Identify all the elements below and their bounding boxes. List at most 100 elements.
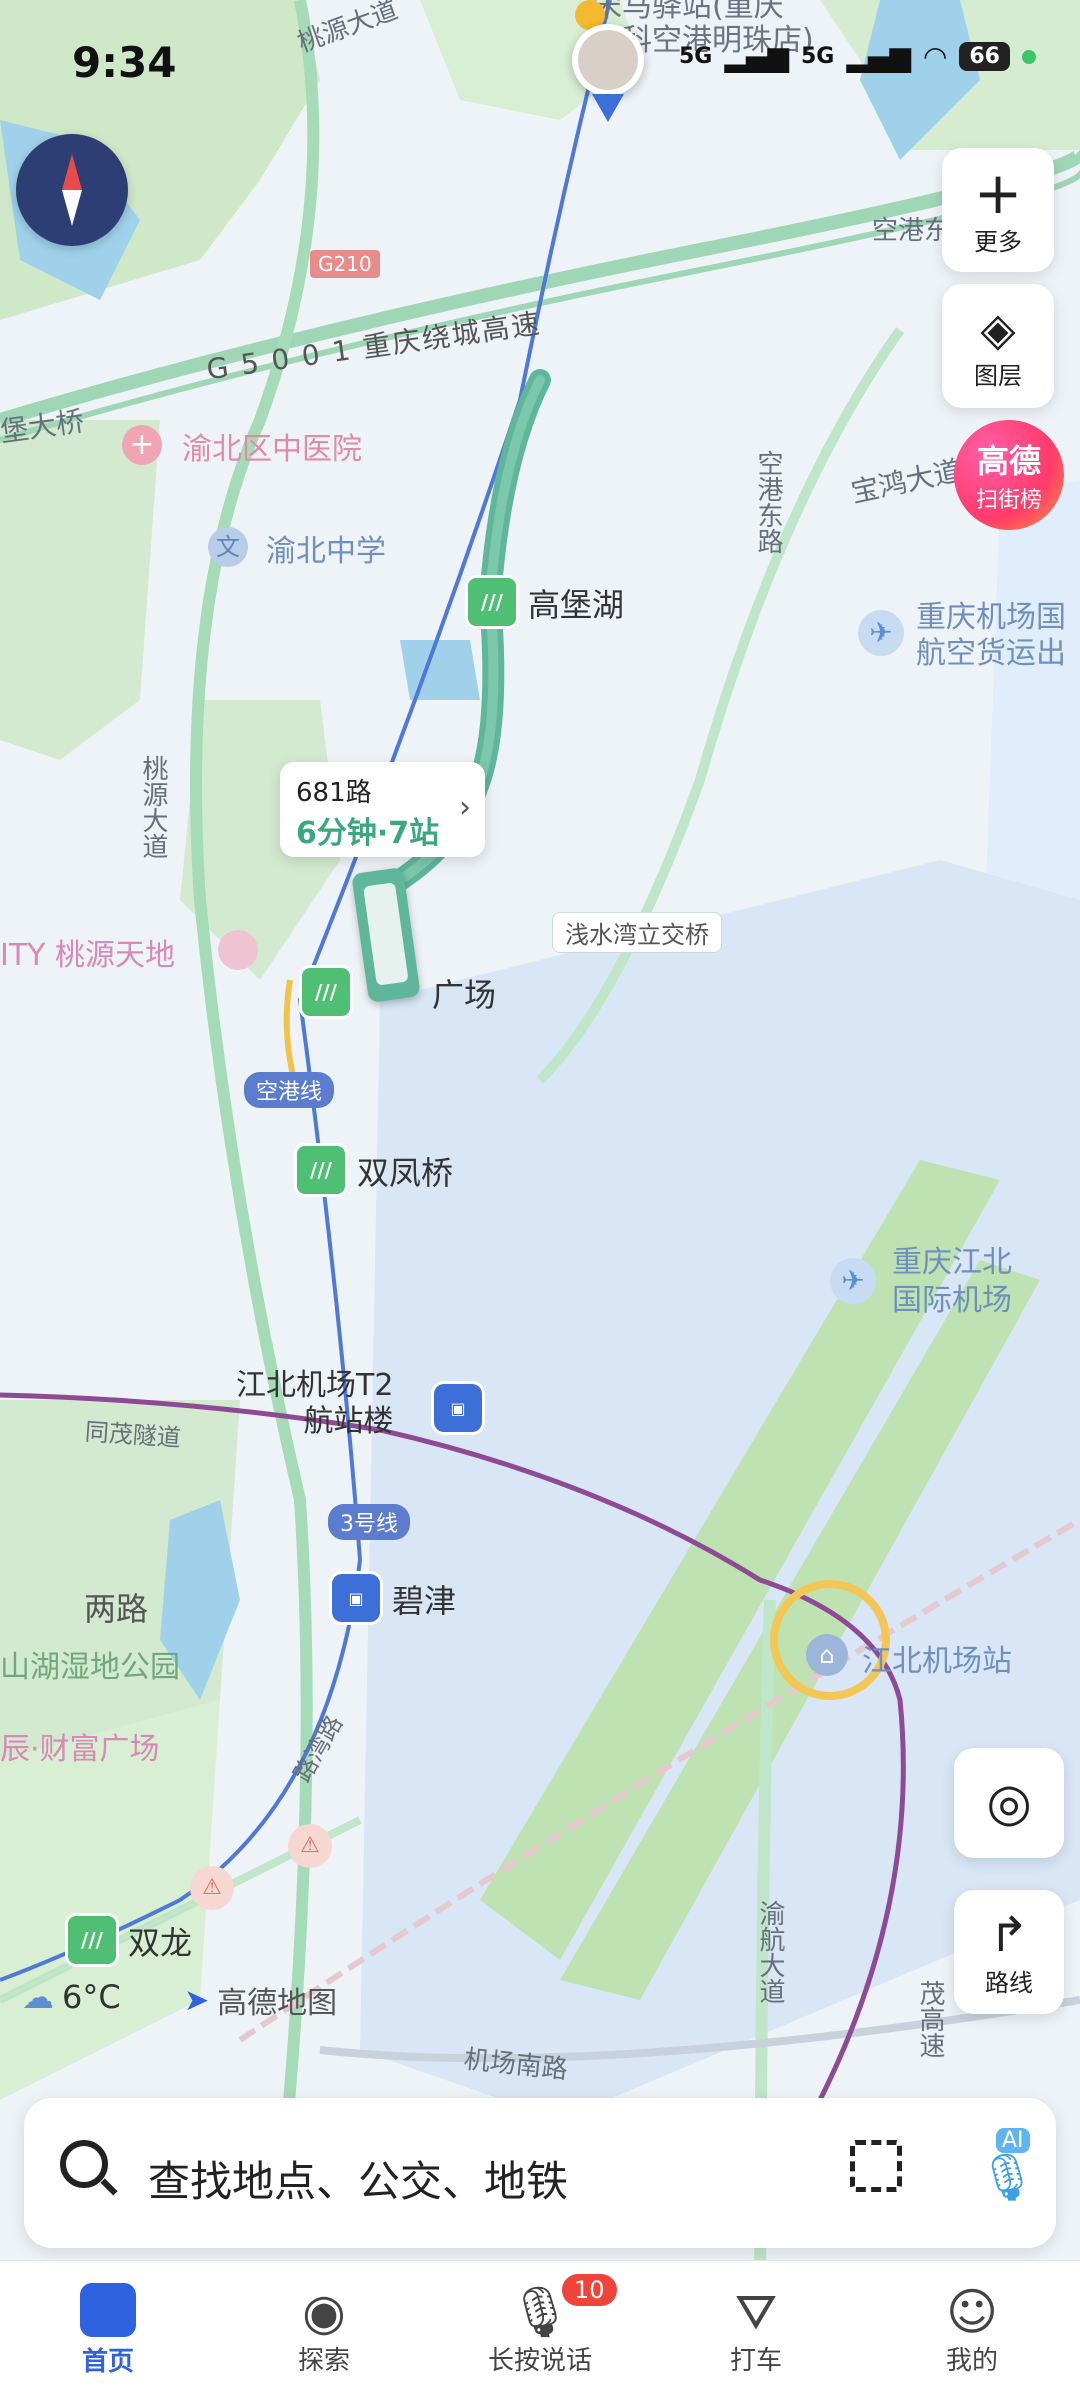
status-dot bbox=[1022, 49, 1036, 64]
route-button[interactable]: ↱ 路线 bbox=[954, 1890, 1064, 2014]
nav-explore-label: 探索 bbox=[297, 2345, 350, 2376]
user-location-marker[interactable] bbox=[572, 24, 644, 96]
gaode-ranking-sub: 扫街榜 bbox=[975, 488, 1042, 513]
navigation-arrow-icon: ➤ bbox=[184, 1982, 210, 2018]
plus-icon: + bbox=[973, 158, 1023, 227]
nav-home-label: 首页 bbox=[81, 2346, 134, 2377]
bus-stop-icon[interactable]: /// bbox=[302, 968, 350, 1016]
brand-name: 高德地图 bbox=[217, 1986, 338, 2021]
poi-airport-cargo: 重庆机场国 航空货运出 bbox=[916, 600, 1066, 672]
bus-stop-icon[interactable]: /// bbox=[297, 1146, 345, 1194]
g210-shield: G210 bbox=[310, 250, 380, 278]
notification-badge: 10 bbox=[562, 2274, 617, 2306]
metro-station-icon: ⌂ bbox=[806, 1634, 848, 1676]
bus-roof bbox=[363, 882, 409, 986]
cloud-icon: ☁ bbox=[22, 1978, 54, 2016]
locate-icon: ◎ bbox=[986, 1773, 1032, 1833]
locate-button[interactable]: ◎ bbox=[954, 1748, 1064, 1858]
bus-info-popup[interactable]: 681路 6分钟·7站 › bbox=[280, 762, 485, 857]
metro-line-badge-airport: 空港线 bbox=[244, 1072, 335, 1108]
poi-airport-line1: 重庆江北 bbox=[892, 1245, 1012, 1280]
metro-station-t2[interactable]: 江北机场T2 航站楼 bbox=[236, 1368, 393, 1440]
road-label-taoyuan-vertical: 桃源大道 bbox=[138, 755, 168, 859]
bus-stop-shuangfeng[interactable]: 双凤桥 bbox=[357, 1148, 453, 1194]
metro-station-t2-line1: 江北机场T2 bbox=[236, 1368, 394, 1403]
weather-widget[interactable]: ☁ 6°C bbox=[22, 1978, 121, 2016]
nav-profile-label: 我的 bbox=[945, 2345, 998, 2376]
location-pointer bbox=[592, 94, 624, 122]
battery-icon: 66 bbox=[959, 42, 1010, 71]
route-label: 路线 bbox=[985, 1968, 1033, 1997]
road-label-tongmao: 同茂隧道 bbox=[83, 1417, 182, 1453]
taxi-icon: ⛛ bbox=[735, 2282, 777, 2341]
poi-airport-cargo-line1: 重庆机场国 bbox=[916, 600, 1066, 635]
city-taoyuan-icon bbox=[218, 930, 258, 970]
layers-icon: ◈ bbox=[980, 301, 1016, 356]
poi-wetland: 山湖湿地公园 bbox=[0, 1650, 180, 1685]
nav-taxi[interactable]: ⛛ 打车 bbox=[686, 2280, 826, 2380]
qianshuiwan-badge: 浅水湾立交桥 bbox=[552, 912, 722, 953]
metro-line-badge-3: 3号线 bbox=[328, 1504, 410, 1540]
metro-station-bijin[interactable]: 碧津 bbox=[392, 1576, 456, 1622]
route-icon: ↱ bbox=[988, 1906, 1030, 1963]
road-label-konggang-east: 空港东 bbox=[872, 216, 951, 246]
poi-school: 渝北中学 bbox=[266, 534, 386, 569]
voice-ai-button[interactable]: 🎙 AI bbox=[960, 2128, 1036, 2208]
metro-station-t2-line2: 航站楼 bbox=[303, 1404, 394, 1439]
bus-stop-plaza[interactable]: 广场 bbox=[432, 970, 496, 1016]
nav-explore[interactable]: ◉ 探索 bbox=[254, 2280, 394, 2380]
construction-icon: ⚠ bbox=[288, 1824, 332, 1868]
road-label-yuhang: 渝航大道 bbox=[755, 1900, 785, 2004]
ai-badge: AI bbox=[996, 2128, 1030, 2153]
layers-label: 图层 bbox=[974, 361, 1022, 390]
microphone-icon: 🎙 bbox=[978, 2150, 1037, 2204]
road-label-konggang-east-road: 空港东路 bbox=[753, 450, 783, 554]
bus-stop-shuanglong[interactable]: 双龙 bbox=[128, 1918, 192, 1964]
road-label-right: 茂高速 bbox=[915, 1980, 945, 2058]
gaode-ranking-button[interactable]: 高德 扫街榜 bbox=[954, 420, 1064, 530]
bus-route-number: 681路 bbox=[296, 778, 372, 808]
poi-station-top-line1: 宋马驿站(重庆 bbox=[592, 0, 784, 24]
nav-home[interactable]: 首页 bbox=[38, 2280, 178, 2380]
poi-airport-cargo-line2: 航空货运出 bbox=[916, 636, 1066, 671]
brand-logo: ➤ 高德地图 bbox=[184, 1978, 337, 2022]
search-bar[interactable]: 查找地点、公交、地铁 🎙 AI bbox=[24, 2098, 1056, 2248]
nav-profile[interactable]: ☺ 我的 bbox=[902, 2280, 1042, 2380]
signal-5g-2: 5G bbox=[800, 44, 835, 69]
metro-icon[interactable]: ▣ bbox=[434, 1384, 482, 1432]
compass-icon bbox=[62, 154, 82, 190]
signal-bars-icon: ▂▄▆ bbox=[846, 40, 911, 73]
construction-icon: ⚠ bbox=[190, 1866, 234, 1910]
gaode-ranking-title: 高德 bbox=[976, 442, 1041, 480]
bus-stop-icon[interactable]: /// bbox=[468, 578, 516, 626]
pin-icon: ◉ bbox=[302, 2282, 346, 2341]
bus-stop-icon[interactable]: /// bbox=[68, 1916, 116, 1964]
temperature: 6°C bbox=[62, 1978, 121, 2016]
poi-airport-line2: 国际机场 bbox=[892, 1283, 1012, 1318]
search-icon-handle bbox=[100, 2178, 118, 2196]
bus-eta: 6分钟·7站 bbox=[296, 816, 440, 851]
status-time: 9:34 bbox=[72, 38, 177, 87]
avatar bbox=[578, 30, 638, 90]
search-input[interactable]: 查找地点、公交、地铁 bbox=[148, 2148, 568, 2209]
school-icon: 文 bbox=[208, 527, 248, 567]
signal-5g-1: 5G bbox=[678, 44, 713, 69]
scan-icon[interactable] bbox=[850, 2140, 902, 2192]
compass-button[interactable] bbox=[16, 134, 128, 246]
poi-hospital: 渝北区中医院 bbox=[182, 432, 362, 467]
poi-city-taoyuan: ITY 桃源天地 bbox=[0, 938, 176, 973]
metro-icon[interactable]: ▣ bbox=[332, 1574, 380, 1622]
bus-stop-gaobaohu[interactable]: 高堡湖 bbox=[528, 580, 624, 626]
status-icons: 5G ▂▄▆ 5G ▂▄▆ ◠ 66 bbox=[679, 40, 1036, 73]
wifi-icon: ◠ bbox=[922, 40, 948, 73]
nav-taxi-label: 打车 bbox=[729, 2345, 782, 2376]
chevron-right-icon: › bbox=[459, 790, 471, 825]
layers-button[interactable]: ◈ 图层 bbox=[942, 284, 1054, 408]
more-button[interactable]: + 更多 bbox=[942, 148, 1054, 272]
nav-voice[interactable]: 🎙 长按说话 10 bbox=[470, 2274, 617, 2380]
plane-icon: ✈ bbox=[830, 1258, 876, 1304]
poi-caifu: 辰·财富广场 bbox=[0, 1732, 160, 1767]
metro-station-jiangbei[interactable]: 江北机场站 bbox=[862, 1636, 1012, 1680]
bus-icon bbox=[80, 2282, 136, 2337]
signal-bars-icon: ▂▄▆ bbox=[724, 40, 789, 73]
